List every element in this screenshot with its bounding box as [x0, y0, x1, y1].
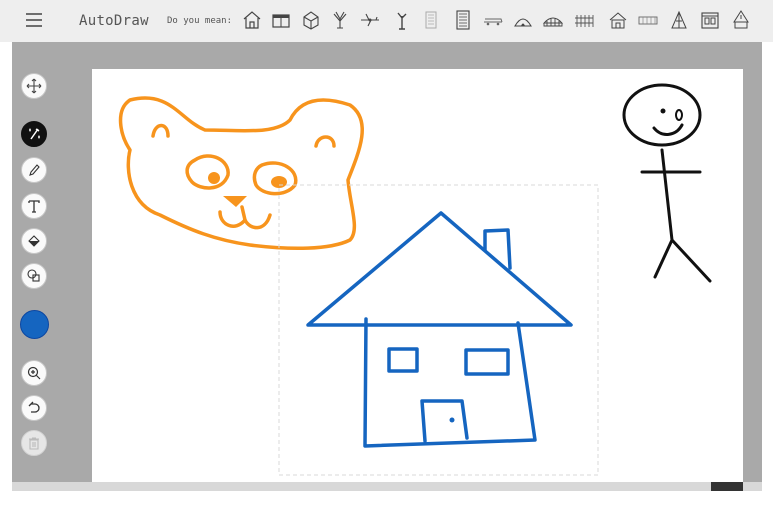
suggestion-tree-icon[interactable]: [391, 9, 413, 31]
suggestion-wall-icon[interactable]: [637, 9, 659, 31]
undo-icon: [28, 401, 40, 413]
suggestion-stadium-icon[interactable]: [542, 9, 564, 31]
suggestion-fence-icon[interactable]: [573, 9, 595, 31]
pencil-icon: [29, 164, 40, 176]
drawing-canvas[interactable]: [92, 69, 743, 482]
top-bar: AutoDraw Do you mean:: [0, 0, 773, 42]
type-tool-button[interactable]: [21, 193, 47, 219]
suggestion-train-icon[interactable]: [482, 9, 504, 31]
hamburger-menu-icon[interactable]: [26, 13, 42, 27]
suggestion-window-frame-icon[interactable]: [699, 9, 721, 31]
fill-tool-button[interactable]: [21, 228, 47, 254]
delete-tool-button[interactable]: [21, 430, 47, 456]
move-arrows-icon: [26, 78, 42, 94]
suggestion-igloo-icon[interactable]: [512, 9, 534, 31]
autodraw-magic-icon: [29, 128, 40, 140]
suggestion-house-icon[interactable]: [241, 9, 263, 31]
trash-icon: [29, 437, 39, 450]
suggestion-cabinet-icon[interactable]: [270, 9, 292, 31]
suggestion-building-icon[interactable]: [420, 9, 442, 31]
zoom-in-icon: [27, 366, 41, 380]
paint-bucket-icon: [28, 235, 40, 247]
color-picker-button[interactable]: [20, 310, 49, 339]
suggestion-plane-icon[interactable]: [359, 9, 381, 31]
scrollbar-thumb[interactable]: [711, 482, 743, 491]
suggestion-cube-house-icon[interactable]: [300, 9, 322, 31]
autodraw-tool-button[interactable]: [21, 121, 47, 147]
undo-tool-button[interactable]: [21, 395, 47, 421]
text-icon: [28, 200, 40, 213]
draw-tool-button[interactable]: [21, 157, 47, 183]
shape-tool-button[interactable]: [21, 263, 47, 289]
suggestion-tent-icon[interactable]: [668, 9, 690, 31]
suggestion-office-building-icon[interactable]: [452, 9, 474, 31]
app-title: AutoDraw: [79, 13, 149, 29]
suggestion-church-icon[interactable]: [730, 9, 752, 31]
zoom-tool-button[interactable]: [21, 360, 47, 386]
suggestions-label: Do you mean:: [167, 16, 233, 26]
move-tool-button[interactable]: [21, 73, 47, 99]
horizontal-scrollbar[interactable]: [12, 482, 762, 491]
shapes-icon: [27, 269, 40, 282]
suggestion-plant-icon[interactable]: [329, 9, 351, 31]
suggestion-barn-icon[interactable]: [607, 9, 629, 31]
